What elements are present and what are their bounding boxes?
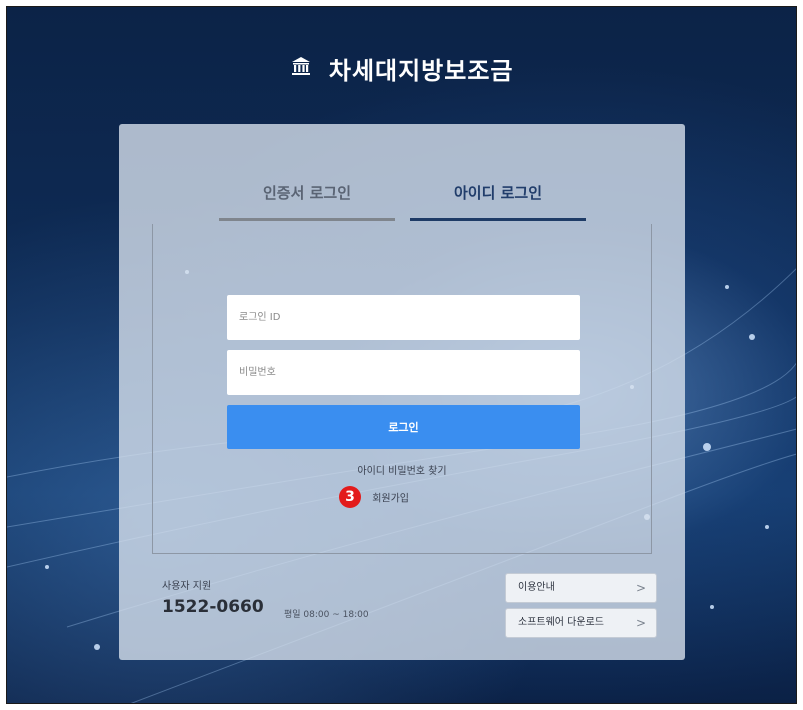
brand-header: 차세대지방보조금 xyxy=(7,51,796,86)
signup-link[interactable]: 3 회원가입 xyxy=(339,486,409,508)
support-phone: 1522-0660 xyxy=(162,597,264,617)
software-download-button[interactable]: 소프트웨어 다운로드 > xyxy=(505,608,657,638)
login-id-input[interactable] xyxy=(227,295,580,340)
tab-id-login[interactable]: 아이디 로그인 xyxy=(410,176,586,221)
usage-guide-button[interactable]: 이용안내 > xyxy=(505,573,657,603)
chevron-right-icon: > xyxy=(635,581,646,595)
support-hours: 평일 08:00 ~ 18:00 xyxy=(284,610,369,620)
background-frame: 차세대지방보조금 인증서 로그인 아이디 로그인 로그인 아이디 비밀번호 찾기… xyxy=(6,6,797,704)
login-tabs: 인증서 로그인 아이디 로그인 xyxy=(219,176,589,221)
login-button[interactable]: 로그인 xyxy=(227,405,580,449)
login-form: 로그인 아이디 비밀번호 찾기 3 회원가입 xyxy=(152,224,652,554)
chevron-right-icon: > xyxy=(635,616,646,630)
software-download-label: 소프트웨어 다운로드 xyxy=(518,617,604,628)
brand-title: 차세대지방보조금 xyxy=(328,57,514,85)
find-id-password-link[interactable]: 아이디 비밀번호 찾기 xyxy=(153,462,651,477)
signup-label: 회원가입 xyxy=(372,493,409,505)
login-panel: 인증서 로그인 아이디 로그인 로그인 아이디 비밀번호 찾기 3 회원가입 사… xyxy=(119,124,685,660)
bank-building-icon xyxy=(290,55,312,83)
support-label: 사용자 지원 xyxy=(162,581,212,592)
tab-certificate-login[interactable]: 인증서 로그인 xyxy=(219,176,395,221)
password-input[interactable] xyxy=(227,350,580,395)
step-number-badge: 3 xyxy=(339,486,361,508)
usage-guide-label: 이용안내 xyxy=(518,582,555,593)
